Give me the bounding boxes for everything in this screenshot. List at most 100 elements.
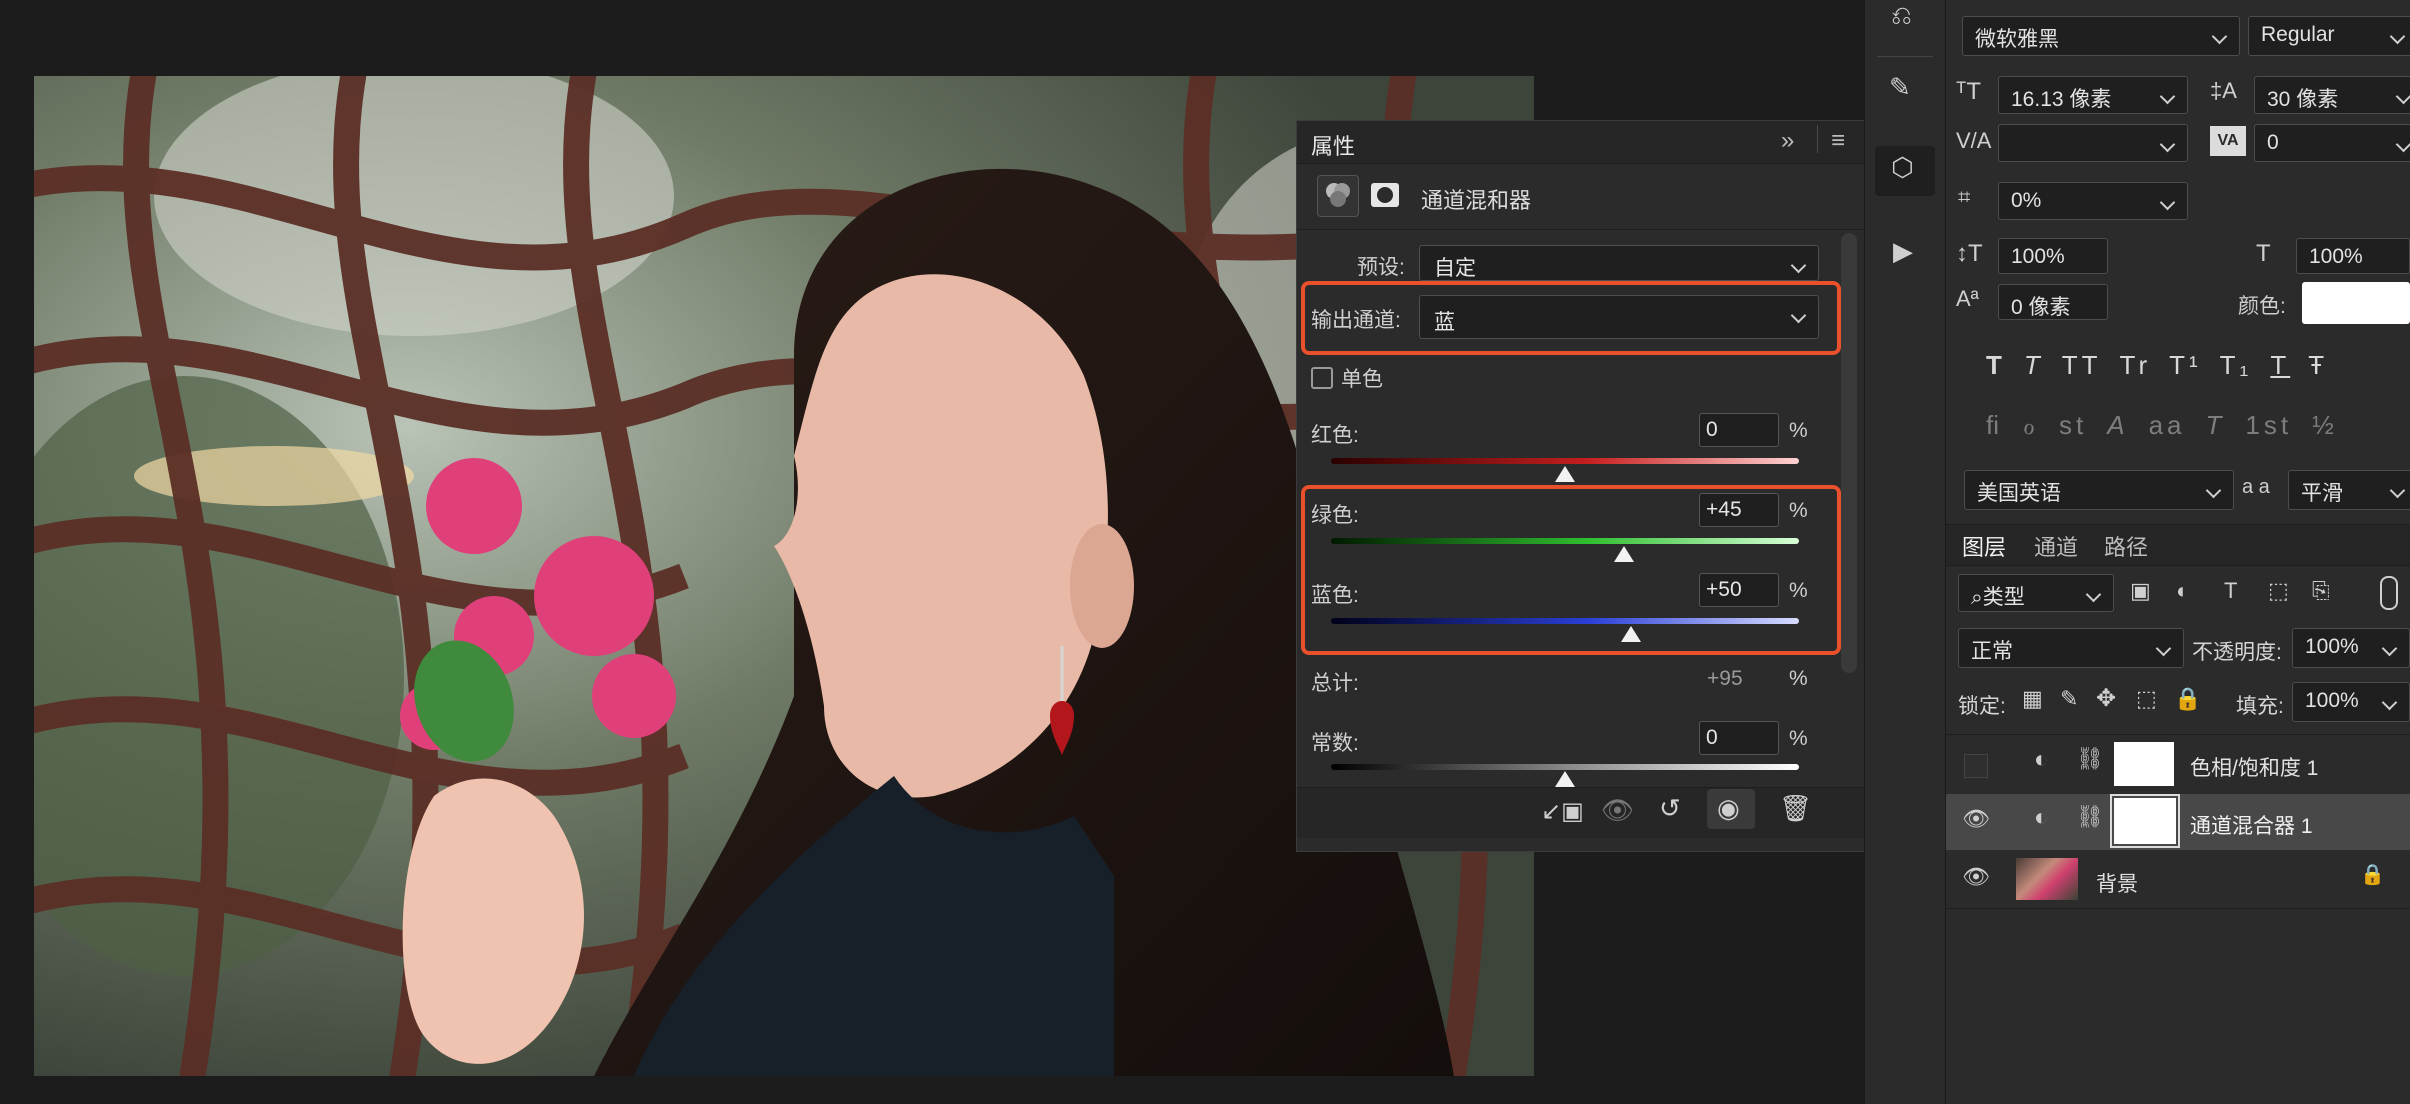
font-style-dropdown[interactable]: Regular [2248,16,2410,56]
all-caps-button[interactable]: TT [2062,350,2102,380]
font-size-dropdown[interactable]: 16.13 像素 [1998,76,2188,114]
mask-icon[interactable] [1367,177,1403,213]
tab-channels[interactable]: 通道 [2034,530,2078,562]
tracking-dropdown[interactable]: 0 [2254,124,2410,162]
lock-position-icon[interactable]: ✥ [2096,684,2116,713]
filter-pixel-icon[interactable]: ▣ [2130,578,2151,604]
output-channel-dropdown[interactable]: 蓝 [1419,295,1819,339]
subscript-button[interactable]: T₁ [2220,350,2253,380]
filter-type-icon[interactable]: T [2224,578,2237,604]
horizontal-scale-field[interactable]: 100% [2296,238,2410,274]
ligatures-button[interactable]: ﬁ [1986,410,2003,440]
link-icon[interactable]: ⛓ [2076,746,2104,772]
faux-bold-button[interactable]: T [1986,350,2006,380]
visibility-toggle-off[interactable] [1964,754,1988,778]
small-caps-button[interactable]: Tr [2120,350,2152,380]
blue-value-field[interactable]: +50 [1699,573,1779,607]
preset-dropdown[interactable]: 自定 [1419,245,1819,281]
red-slider-track[interactable] [1331,458,1799,464]
fill-dropdown[interactable]: 100% [2292,682,2410,722]
font-family-dropdown[interactable]: 微软雅黑 [1962,16,2240,56]
stylistic-alternates-button[interactable]: aa [2149,410,2186,440]
red-value-field[interactable]: 0 [1699,413,1779,447]
filter-adjustment-icon[interactable]: ◐ [2176,578,2189,604]
green-slider-thumb[interactable] [1613,546,1634,562]
lock-transparent-icon[interactable]: ▦ [2022,686,2043,712]
discretionary-ligatures-button[interactable]: st [2059,410,2087,440]
adjustment-title: 通道混和器 [1421,188,1532,213]
layer-name[interactable]: 通道混合器 1 [2190,810,2313,840]
properties-scrollbar[interactable] [1841,233,1857,673]
blue-slider-thumb[interactable] [1620,626,1641,642]
leading-dropdown[interactable]: 30 像素 [2254,76,2410,114]
green-slider-track[interactable] [1331,538,1799,544]
brush-settings-icon[interactable]: ✎ [1889,72,1911,103]
visibility-eye-icon[interactable]: 👁 [1962,864,1990,890]
panel-menu-icon[interactable]: ≡ [1831,127,1845,155]
panel-tool-strip: ⎌ ✎ ⬡ ▶ [1864,0,1946,1104]
old-style-button[interactable]: ℴ [2023,410,2039,440]
vertical-scale-field[interactable]: 100% [1998,238,2108,274]
background-thumbnail[interactable] [2016,858,2078,900]
trash-icon[interactable]: 🗑 [1779,793,1812,824]
output-channel-value: 蓝 [1434,311,1455,334]
swash-button[interactable]: A [2107,410,2128,440]
lock-all-icon[interactable]: 🔒 [2174,686,2201,712]
color-label: 颜色: [2238,295,2286,318]
opacity-value: 100% [2305,635,2359,658]
opacity-dropdown[interactable]: 100% [2292,628,2410,668]
superscript-button[interactable]: T¹ [2169,350,2202,380]
underline-button[interactable]: T [2270,350,2290,380]
titling-alternates-button[interactable]: T [2206,410,2226,440]
link-icon[interactable]: ⛓ [2076,804,2104,830]
blend-mode-dropdown[interactable]: 正常 [1958,628,2184,668]
filter-toggle[interactable] [2380,576,2398,610]
green-unit: % [1789,499,1808,522]
text-color-swatch[interactable] [2302,282,2410,324]
fractions-button[interactable]: ½ [2312,410,2338,440]
clip-to-layer-icon[interactable]: ↙▣ [1541,797,1584,826]
lock-artboard-icon[interactable]: ⬚ [2136,686,2157,712]
monochrome-checkbox[interactable] [1311,367,1333,389]
constant-slider-thumb[interactable] [1555,771,1575,787]
layer-name[interactable]: 背景 [2096,868,2138,898]
baseline-shift-field[interactable]: 0 像素 [1998,284,2108,320]
tracking-value: 0 [2267,131,2279,154]
layer-mask-thumbnail[interactable] [2114,742,2174,786]
layer-row-selected[interactable]: 👁 ◐ ⛓ 通道混合器 1 [1946,794,2410,850]
tsume-dropdown[interactable]: 0% [1998,182,2188,220]
layer-row[interactable]: ◐ ⛓ 色相/饱和度 1 [1946,736,2410,792]
filter-smartobject-icon[interactable]: ⎘ [2312,578,2330,604]
layer-mask-thumbnail-selected[interactable] [2110,794,2180,848]
layer-name[interactable]: 色相/饱和度 1 [2190,752,2318,782]
fill-label: 填充: [2236,695,2284,718]
constant-slider-track[interactable] [1331,764,1799,770]
reset-icon[interactable]: ↺ [1659,793,1681,824]
kerning-dropdown[interactable] [1998,124,2188,162]
filter-shape-icon[interactable]: ⬚ [2268,578,2289,604]
view-previous-icon[interactable]: 👁 [1601,795,1634,826]
play-actions-icon[interactable]: ▶ [1893,236,1913,267]
faux-italic-button[interactable]: T [2024,350,2044,380]
constant-label: 常数: [1311,732,1359,755]
collapse-panel-icon[interactable]: » [1781,127,1794,155]
visibility-eye-icon[interactable]: 👁 [1962,806,1990,832]
history-icon[interactable]: ⎌ [1891,0,1912,32]
language-dropdown[interactable]: 美国英语 [1964,470,2234,510]
red-slider-thumb[interactable] [1555,466,1575,482]
tab-layers[interactable]: 图层 [1962,530,2006,562]
properties-tab[interactable]: 属性 [1311,129,1355,161]
green-value-field[interactable]: +45 [1699,493,1779,527]
tracking-icon: VA [2210,126,2246,156]
ordinals-button[interactable]: 1st [2245,410,2292,440]
strikethrough-button[interactable]: Ŧ [2308,350,2328,380]
layer-row[interactable]: 👁 背景 🔒 [1946,852,2410,908]
antialias-icon: a a [2242,476,2270,498]
lock-image-icon[interactable]: ✎ [2060,686,2078,712]
blue-slider-track[interactable] [1331,618,1799,624]
channel-mixer-icon[interactable] [1317,175,1359,217]
tab-paths[interactable]: 路径 [2104,530,2148,562]
constant-value-field[interactable]: 0 [1699,721,1779,755]
layer-filter-dropdown[interactable]: ⌕类型 [1958,574,2114,612]
antialias-dropdown[interactable]: 平滑 [2288,470,2410,510]
